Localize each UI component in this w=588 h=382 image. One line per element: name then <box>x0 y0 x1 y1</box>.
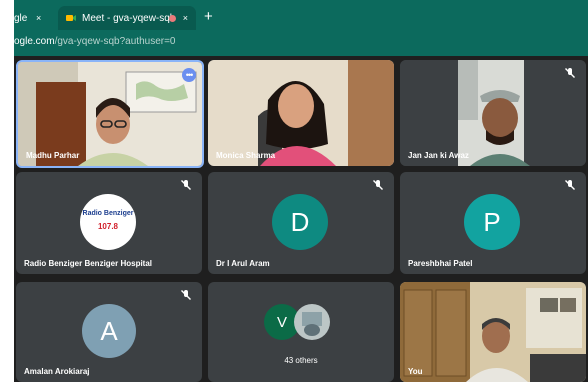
participant-thumbnail <box>294 304 330 340</box>
logo-frequency: 107.8 <box>97 222 119 231</box>
participant-tile-others[interactable]: V 43 others <box>208 282 394 382</box>
participant-tile-madhu-parhar[interactable]: ••• Madhu Parhar <box>16 60 204 168</box>
avatar: D <box>272 194 328 250</box>
participant-tile-dr-i-arul-aram[interactable]: D Dr I Arul Aram <box>208 172 394 274</box>
address-bar[interactable]: ogle.com/gva-yqew-sqb?authuser=0 <box>14 31 588 51</box>
logo-text: Radio Benziger <box>82 210 134 217</box>
more-options-icon[interactable]: ••• <box>182 68 196 82</box>
participant-tile-amalan-arokiaraj[interactable]: A Amalan Arokiaraj <box>16 282 202 382</box>
participant-name: Radio Benziger Benziger Hospital <box>24 259 153 268</box>
participant-name: You <box>408 367 423 376</box>
participant-tile-you[interactable]: You <box>400 282 586 382</box>
participant-tile-radio-benziger[interactable]: Radio Benziger 107.8 Radio Benziger Benz… <box>16 172 202 274</box>
new-tab-button[interactable]: + <box>204 8 213 26</box>
close-tab-icon[interactable]: × <box>36 13 41 23</box>
tab-previous-label: gle <box>14 12 28 24</box>
mic-off-icon <box>373 180 383 190</box>
participant-name: Pareshbhai Patel <box>408 259 473 268</box>
participant-name: Monica Sharma <box>216 151 276 160</box>
meet-favicon-icon <box>66 15 76 21</box>
avatar: P <box>464 194 520 250</box>
radio-benziger-logo: Radio Benziger 107.8 <box>80 194 136 250</box>
tab-meet[interactable]: Meet - gva-yqew-sqb × <box>58 6 196 30</box>
url-path: /gva-yqew-sqb?authuser=0 <box>54 35 176 47</box>
url-host: ogle.com <box>14 35 55 47</box>
participant-video <box>400 282 586 382</box>
recording-indicator-icon <box>169 14 176 22</box>
tab-previous[interactable]: gle × <box>14 8 54 28</box>
mic-off-icon <box>565 68 575 78</box>
participant-tile-pareshbhai-patel[interactable]: P Pareshbhai Patel <box>400 172 586 274</box>
participant-tile-monica-sharma[interactable]: Monica Sharma <box>208 60 394 166</box>
meet-grid: ••• Madhu Parhar Monica Sharma Jan Jan k… <box>14 56 588 382</box>
tab-meet-title: Meet - gva-yqew-sqb <box>82 12 176 24</box>
participant-name: Jan Jan ki Awaz <box>408 151 469 160</box>
participant-name: Amalan Arokiaraj <box>24 367 90 376</box>
mic-off-icon <box>565 180 575 190</box>
participant-name: Madhu Parhar <box>26 151 80 160</box>
others-count: 43 others <box>284 356 318 365</box>
mic-off-icon <box>181 180 191 190</box>
close-tab-icon[interactable]: × <box>183 13 188 23</box>
avatar: A <box>82 304 136 358</box>
browser-chrome: gle × Meet - gva-yqew-sqb × + ogle.com/g… <box>14 0 588 56</box>
participant-tile-jan-jan-ki-awaz[interactable]: Jan Jan ki Awaz <box>400 60 586 166</box>
mic-off-icon <box>181 290 191 300</box>
participant-name: Dr I Arul Aram <box>216 259 270 268</box>
